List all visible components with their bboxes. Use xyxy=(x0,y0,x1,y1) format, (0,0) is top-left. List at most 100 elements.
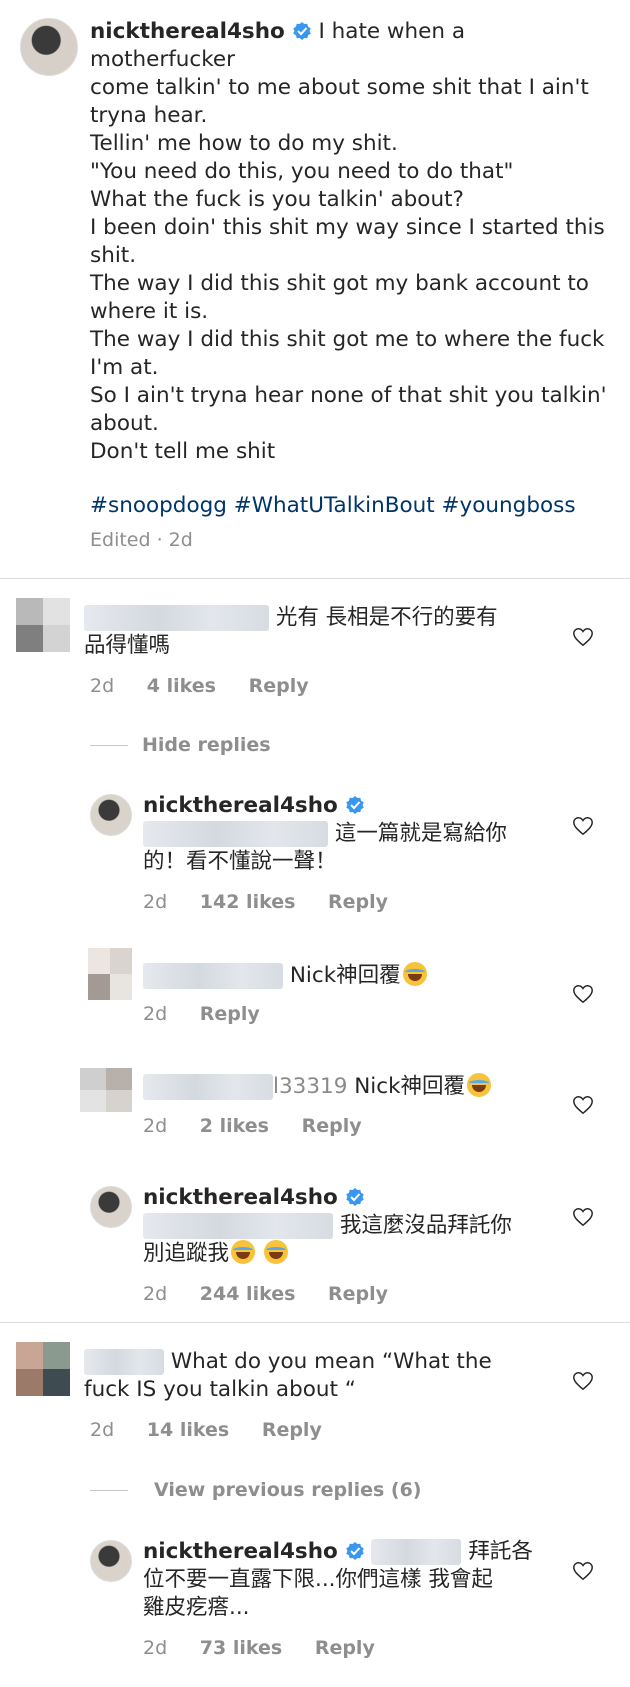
partially-redacted-username: l33319 xyxy=(273,1074,348,1099)
hide-replies-row[interactable]: Hide replies xyxy=(90,733,271,757)
caption-line: The way I did this shit got my bank acco… xyxy=(90,271,589,296)
reply-meta: 2d Reply xyxy=(143,1002,286,1026)
replies-line xyxy=(90,1490,128,1491)
reply-text: Nick神回覆 xyxy=(354,1074,466,1099)
reply-button[interactable]: Reply xyxy=(328,1283,388,1305)
caption-line: So I ain't tryna hear none of that shit … xyxy=(90,383,607,408)
post-edited-time: Edited · 2d xyxy=(90,529,193,551)
post-author-avatar[interactable] xyxy=(20,18,78,76)
caption-line: shit. xyxy=(90,243,137,268)
hide-replies-button[interactable]: Hide replies xyxy=(142,734,271,756)
reply-button[interactable]: Reply xyxy=(315,1637,375,1659)
reply-button[interactable]: Reply xyxy=(302,1115,362,1137)
post-hashtags[interactable]: #snoopdogg #WhatUTalkinBout #youngboss xyxy=(90,492,610,520)
view-previous-replies-row[interactable]: View previous replies (6) xyxy=(90,1478,421,1502)
reply-meta: 2d 244 likes Reply xyxy=(143,1282,414,1306)
comment-likes[interactable]: 14 likes xyxy=(147,1419,229,1441)
divider xyxy=(0,578,630,579)
heart-outline-icon[interactable] xyxy=(572,1094,594,1116)
redacted-username xyxy=(143,1074,273,1100)
face-with-tears-of-joy-icon xyxy=(231,1240,256,1264)
heart-outline-icon[interactable] xyxy=(572,626,594,648)
reply-text: 這一篇就是寫給你 xyxy=(334,821,507,846)
reply-username[interactable]: nickthereal4sho xyxy=(143,793,338,818)
comment-text: What do you mean “What the xyxy=(170,1349,492,1374)
author-avatar[interactable] xyxy=(90,1540,132,1582)
reply-2: Nick神回覆 xyxy=(143,962,563,990)
comment-meta: 2d 14 likes Reply xyxy=(90,1418,348,1442)
reply-text: 的！看不懂說一聲！ xyxy=(143,849,337,874)
reply-time: 2d xyxy=(143,1283,168,1305)
replies-line xyxy=(90,745,128,746)
comment-text: 光有 長相是不行的要有 xyxy=(275,605,498,630)
comment-likes[interactable]: 4 likes xyxy=(147,675,216,697)
reply-time: 2d xyxy=(143,1637,168,1659)
face-with-tears-of-joy-icon xyxy=(402,962,427,986)
comment-time: 2d xyxy=(90,675,115,697)
post-meta: Edited · 2d xyxy=(90,528,219,552)
reply-text: 雞皮疙瘩... xyxy=(143,1595,250,1620)
view-previous-replies-button[interactable]: View previous replies (6) xyxy=(154,1479,421,1501)
caption-line: where it is. xyxy=(90,299,209,324)
reply-time: 2d xyxy=(143,891,168,913)
caption-line: What the fuck is you talkin' about? xyxy=(90,187,464,212)
commenter-avatar-pixelated[interactable] xyxy=(80,1068,132,1112)
comment-time: 2d xyxy=(90,1419,115,1441)
heart-outline-icon[interactable] xyxy=(572,1560,594,1582)
post-author-username[interactable]: nickthereal4sho xyxy=(90,19,285,44)
redacted-username xyxy=(143,963,283,989)
caption-line: "You need do this, you need to do that" xyxy=(90,159,514,184)
face-with-tears-of-joy-icon xyxy=(263,1240,288,1264)
reply-username[interactable]: nickthereal4sho xyxy=(143,1185,338,1210)
caption-line: Don't tell me shit xyxy=(90,439,276,464)
verified-badge-icon xyxy=(292,22,311,40)
reply-likes[interactable]: 73 likes xyxy=(200,1637,282,1659)
verified-badge-icon xyxy=(345,1188,364,1206)
reply-likes[interactable]: 2 likes xyxy=(200,1115,269,1137)
face-with-tears-of-joy-icon xyxy=(467,1073,492,1097)
redacted-username xyxy=(84,1349,164,1375)
reply-likes[interactable]: 142 likes xyxy=(200,891,296,913)
author-avatar[interactable] xyxy=(90,794,132,836)
comment-text: 品得懂嗎 xyxy=(84,633,171,658)
caption-line: I'm at. xyxy=(90,355,159,380)
comment-2: What do you mean “What the fuck IS you t… xyxy=(84,1348,564,1404)
caption-line: tryna hear. xyxy=(90,103,208,128)
redacted-mention xyxy=(143,821,328,847)
reply-button[interactable]: Reply xyxy=(262,1419,322,1441)
reply-meta: 2d 73 likes Reply xyxy=(143,1636,401,1660)
reply-likes[interactable]: 244 likes xyxy=(200,1283,296,1305)
caption-line: Tellin' me how to do my shit. xyxy=(90,131,398,156)
heart-outline-icon[interactable] xyxy=(572,815,594,837)
commenter-avatar-pixelated[interactable] xyxy=(16,598,70,652)
heart-outline-icon[interactable] xyxy=(572,1370,594,1392)
commenter-avatar-pixelated[interactable] xyxy=(16,1342,70,1396)
reply-button[interactable]: Reply xyxy=(328,891,388,913)
caption-line: I been doin' this shit my way since I st… xyxy=(90,215,605,240)
reply-username[interactable]: nickthereal4sho xyxy=(143,1539,338,1564)
comment-text: fuck IS you talkin about “ xyxy=(84,1377,356,1402)
comment-1: 光有 長相是不行的要有 品得懂嗎 xyxy=(84,604,564,660)
reply-text: 位不要一直露下限...你們這樣 我會起 xyxy=(143,1567,493,1592)
reply-text: Nick神回覆 xyxy=(289,963,401,988)
verified-badge-icon xyxy=(345,1542,364,1560)
redacted-mention xyxy=(371,1539,462,1565)
reply-5: nickthereal4sho 拜託各 位不要一直露下限...你們這樣 我會起 … xyxy=(143,1538,563,1622)
reply-text: 我這麼沒品拜託你 xyxy=(339,1213,512,1238)
reply-time: 2d xyxy=(143,1115,168,1137)
post-caption: nickthereal4sho I hate when a motherfuck… xyxy=(90,18,610,520)
caption-line: The way I did this shit got me to where … xyxy=(90,327,605,352)
reply-meta: 2d 142 likes Reply xyxy=(143,890,414,914)
reply-meta: 2d 2 likes Reply xyxy=(143,1114,388,1138)
reply-button[interactable]: Reply xyxy=(249,675,309,697)
reply-text: 別追蹤我 xyxy=(143,1241,230,1266)
reply-time: 2d xyxy=(143,1003,168,1025)
commenter-avatar-pixelated[interactable] xyxy=(88,948,132,1000)
reply-button[interactable]: Reply xyxy=(200,1003,260,1025)
verified-badge-icon xyxy=(345,796,364,814)
redacted-username xyxy=(84,605,269,631)
author-avatar[interactable] xyxy=(90,1186,132,1228)
heart-outline-icon[interactable] xyxy=(572,1206,594,1228)
heart-outline-icon[interactable] xyxy=(572,983,594,1005)
reply-3: l33319 Nick神回覆 xyxy=(143,1073,563,1101)
